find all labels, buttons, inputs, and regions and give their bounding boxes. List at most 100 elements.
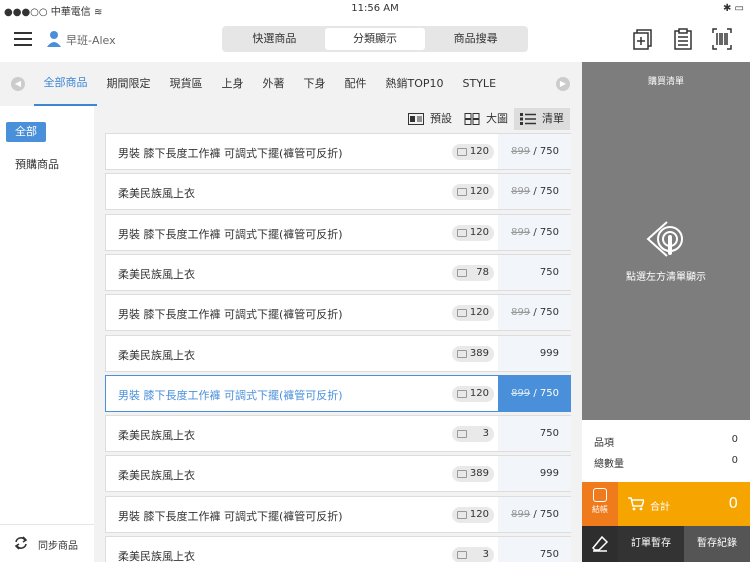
- shopping-cart-panel: 購買清單 點選左方清單顯示 品項 0 總數量 0 結帳 合計 0 訂單暫存 暫存…: [582, 62, 750, 562]
- product-name: 柔美民族風上衣: [118, 267, 195, 281]
- sale-price: 750: [539, 428, 559, 440]
- category-tab[interactable]: 期間限定: [97, 62, 160, 106]
- clear-cart-button[interactable]: [582, 526, 618, 562]
- mode-segmented-control: 快選商品 分類顯示 商品搜尋: [222, 26, 528, 52]
- total-bar: 結帳 合計 0: [582, 482, 750, 526]
- original-price: 899: [511, 226, 531, 238]
- sale-price: 750: [539, 226, 559, 238]
- product-name: 柔美民族風上衣: [118, 187, 195, 201]
- category-tab[interactable]: 熱銷TOP10: [376, 62, 453, 106]
- sidebar-item-all[interactable]: 全部: [6, 122, 46, 142]
- product-row[interactable]: 柔美民族風上衣 78 750: [105, 253, 571, 291]
- product-price: 999: [498, 456, 571, 492]
- category-tab[interactable]: 下身: [294, 62, 335, 106]
- product-row[interactable]: 男裝 膝下長度工作褲 可調式下擺(褲管可反折) 120 899 / 750: [105, 374, 571, 412]
- sale-price: 999: [539, 468, 559, 480]
- stock-badge: 120: [452, 144, 494, 160]
- product-price: 750: [498, 416, 571, 452]
- stock-badge: 120: [452, 305, 494, 322]
- battery-bluetooth: ✱ ▭: [722, 3, 744, 14]
- cart-title: 購買清單: [647, 77, 684, 87]
- product-row[interactable]: 柔美民族風上衣 3 750: [105, 415, 571, 453]
- sync-icon: [14, 536, 28, 550]
- cart-icon: [628, 497, 644, 511]
- product-price: 750: [498, 537, 571, 562]
- stock-icon: [457, 188, 467, 197]
- eraser-icon: [591, 535, 609, 552]
- stock-badge: 120: [452, 224, 494, 241]
- product-name: 柔美民族風上衣: [118, 469, 195, 483]
- quantity-label: 總數量: [594, 459, 624, 470]
- stock-badge: 3: [452, 547, 494, 562]
- view-default-button[interactable]: 預設: [402, 108, 458, 130]
- product-name: 男裝 膝下長度工作褲 可調式下擺(褲管可反折): [118, 227, 343, 241]
- view-mode-switcher: 預設 大圖 清單: [402, 108, 570, 130]
- menu-icon[interactable]: [14, 32, 32, 46]
- product-name: 男裝 膝下長度工作褲 可調式下擺(褲管可反折): [118, 147, 343, 160]
- product-row[interactable]: 柔美民族風上衣 120 899 / 750: [105, 173, 571, 211]
- hold-order-button[interactable]: 訂單暫存: [618, 526, 684, 562]
- list-view-icon: [520, 113, 536, 125]
- product-row[interactable]: 男裝 膝下長度工作褲 可調式下擺(褲管可反折) 120 899 / 750: [105, 294, 571, 332]
- stock-badge: 120: [452, 385, 494, 402]
- sale-price: 750: [539, 266, 559, 278]
- stock-badge: 3: [452, 426, 494, 443]
- view-large-button[interactable]: 大圖: [458, 108, 514, 130]
- tab-product-search[interactable]: 商品搜尋: [425, 28, 526, 50]
- category-tab[interactable]: 現貨區: [160, 62, 212, 106]
- product-name: 柔美民族風上衣: [118, 550, 195, 562]
- product-name: 柔美民族風上衣: [118, 348, 195, 362]
- stock-badge: 389: [452, 345, 494, 362]
- product-name: 柔美民族風上衣: [118, 429, 195, 443]
- stock-icon: [457, 470, 467, 479]
- scroll-left-icon[interactable]: ◀: [11, 77, 25, 91]
- user-name[interactable]: 早班-Alex: [66, 32, 116, 48]
- barcode-scan-icon[interactable]: [712, 28, 732, 50]
- sale-price: 999: [539, 347, 559, 359]
- product-row[interactable]: 柔美民族風上衣 389 999: [105, 455, 571, 493]
- category-tab[interactable]: 配件: [335, 62, 376, 106]
- product-price: 899 / 750: [498, 496, 571, 532]
- category-tab[interactable]: STYLE: [453, 62, 506, 106]
- category-tab[interactable]: 上身: [212, 62, 253, 106]
- stock-icon: [457, 551, 467, 559]
- stock-icon: [457, 309, 467, 318]
- category-tab-all[interactable]: 全部商品: [34, 62, 97, 106]
- original-price: 899: [511, 508, 531, 520]
- product-row[interactable]: 男裝 膝下長度工作褲 可調式下擺(褲管可反折) 120 899 / 750: [105, 495, 571, 533]
- category-bar: ◀ 全部商品 期間限定 現貨區 上身 外著 下身 配件 熱銷TOP10 STYL…: [0, 62, 582, 106]
- tab-category-view[interactable]: 分類顯示: [324, 28, 426, 50]
- category-tabs: 全部商品 期間限定 現貨區 上身 外著 下身 配件 熱銷TOP10 STYLE: [34, 62, 506, 106]
- sale-price: 750: [539, 307, 559, 319]
- product-row[interactable]: 柔美民族風上衣 389 999: [105, 334, 571, 372]
- view-list-button[interactable]: 清單: [514, 108, 570, 130]
- product-price: 899 / 750: [498, 375, 571, 411]
- clock: 11:56 AM: [351, 3, 399, 14]
- total-label: 合計: [650, 502, 670, 513]
- tab-quick-select[interactable]: 快選商品: [224, 28, 325, 50]
- sidebar-item-pre-order[interactable]: 預購商品: [15, 156, 59, 172]
- cart-empty-hint: 點選左方清單顯示: [626, 272, 706, 283]
- product-price: 999: [498, 335, 571, 371]
- category-tab[interactable]: 外著: [253, 62, 294, 106]
- sub-category-sidebar: 全部 預購商品 同步商品: [0, 106, 94, 562]
- product-row[interactable]: 男裝 膝下長度工作褲 可調式下擺(褲管可反折) 120 899 / 750: [105, 133, 571, 170]
- stock-icon: [457, 228, 467, 237]
- product-row[interactable]: 男裝 膝下長度工作褲 可調式下擺(褲管可反折) 120 899 / 750: [105, 213, 571, 251]
- product-list-panel: 預設 大圖 清單 男裝 膝下長度工作褲 可調式下擺(褲管可反折) 120 899 /…: [94, 106, 582, 562]
- sync-products-button[interactable]: 同步商品: [0, 524, 94, 562]
- cart-summary: 品項 0 總數量 0: [582, 420, 750, 482]
- product-row[interactable]: 柔美民族風上衣 3 750: [105, 536, 571, 562]
- top-nav: 早班-Alex 快選商品 分類顯示 商品搜尋: [0, 18, 750, 62]
- clipboard-icon[interactable]: [673, 28, 693, 50]
- stock-icon: [457, 430, 467, 439]
- hold-history-button[interactable]: 暫存紀錄: [684, 526, 750, 562]
- sync-label: 同步商品: [38, 541, 78, 552]
- scroll-right-icon[interactable]: ▶: [556, 77, 570, 91]
- sale-price: 750: [539, 508, 559, 520]
- grid-view-icon: [464, 113, 480, 125]
- add-item-icon[interactable]: [633, 28, 653, 50]
- default-view-icon: [408, 113, 424, 125]
- total-value: 0: [728, 494, 738, 512]
- checkout-button[interactable]: 結帳: [582, 482, 618, 526]
